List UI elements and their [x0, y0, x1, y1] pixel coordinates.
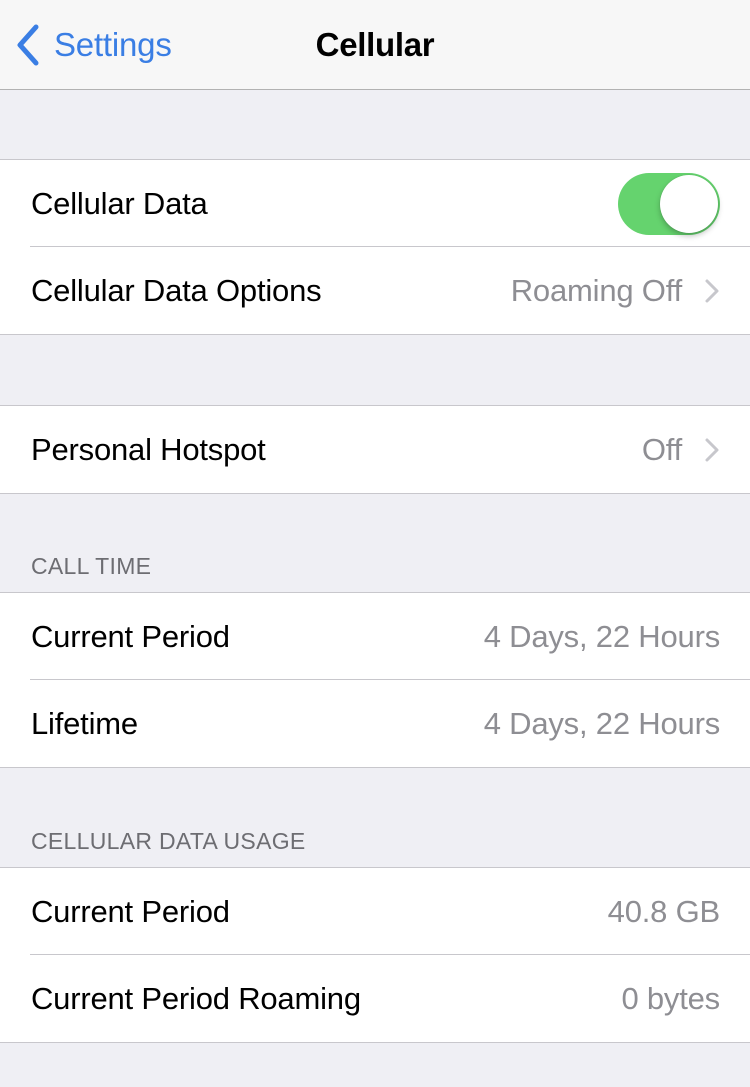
data-usage-current-period-row: Current Period 40.8 GB	[0, 868, 750, 955]
row-value: 40.8 GB	[607, 893, 721, 929]
row-label: Current Period	[31, 618, 230, 654]
cellular-data-options-row[interactable]: Cellular Data Options Roaming Off	[0, 246, 750, 334]
call-time-lifetime-row: Lifetime 4 Days, 22 Hours	[0, 679, 750, 767]
row-value: 4 Days, 22 Hours	[483, 618, 720, 654]
row-value: 0 bytes	[621, 980, 720, 1016]
row-value: 4 Days, 22 Hours	[483, 705, 720, 741]
roaming-status-value: Roaming Off	[510, 272, 682, 308]
call-time-header: CALL TIME	[31, 553, 152, 579]
personal-hotspot-group: Personal Hotspot Off	[0, 405, 750, 494]
call-time-group: Current Period 4 Days, 22 Hours Lifetime…	[0, 592, 750, 768]
toggle-knob	[660, 174, 718, 233]
personal-hotspot-value: Off	[641, 431, 682, 467]
chevron-right-icon	[705, 279, 719, 302]
row-label: Current Period Roaming	[31, 980, 361, 1016]
cellular-data-label: Cellular Data	[31, 185, 208, 221]
chevron-right-icon	[705, 438, 719, 461]
row-label: Lifetime	[31, 705, 138, 741]
cellular-data-toggle[interactable]	[618, 172, 720, 235]
cellular-data-row: Cellular Data	[0, 160, 750, 247]
data-usage-roaming-row: Current Period Roaming 0 bytes	[0, 954, 750, 1042]
page-title: Cellular	[315, 26, 435, 63]
personal-hotspot-row[interactable]: Personal Hotspot Off	[0, 406, 750, 493]
navigation-bar: Settings Cellular	[0, 0, 750, 90]
data-usage-header: CELLULAR DATA USAGE	[31, 828, 306, 854]
call-time-current-period-row: Current Period 4 Days, 22 Hours	[0, 593, 750, 680]
data-usage-group: Current Period 40.8 GB Current Period Ro…	[0, 867, 750, 1043]
cellular-data-group: Cellular Data Cellular Data Options Roam…	[0, 159, 750, 335]
cellular-data-options-label: Cellular Data Options	[31, 272, 322, 308]
row-label: Current Period	[31, 893, 230, 929]
personal-hotspot-label: Personal Hotspot	[31, 431, 266, 467]
